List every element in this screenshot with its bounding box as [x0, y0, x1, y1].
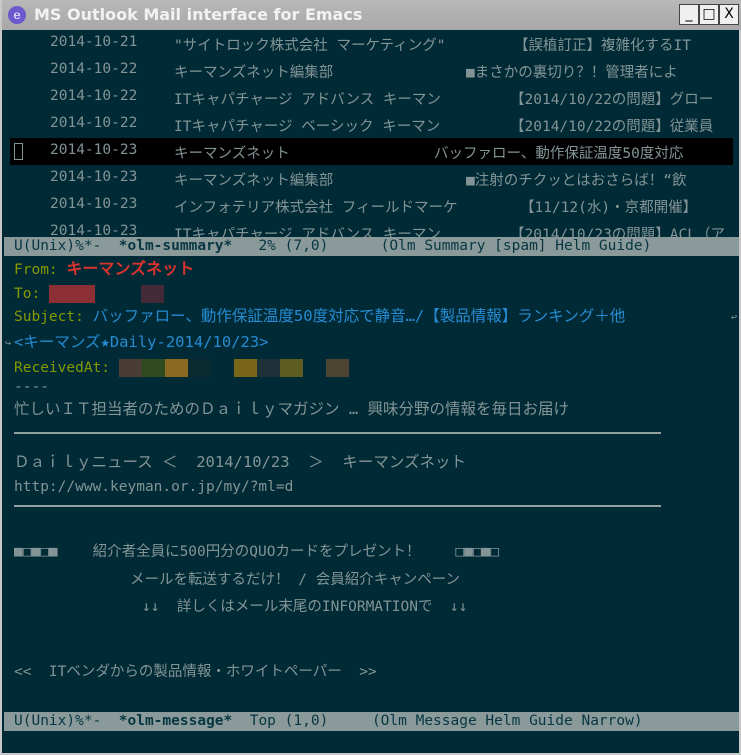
emacs-window: e MS Outlook Mail interface for Emacs _ …: [0, 0, 741, 755]
body-line: 忙しいＩＴ担当者のためのＤａｉｌｙマガジン … 興味分野の情報を毎日お届け: [14, 400, 569, 418]
body-link[interactable]: http://www.keyman.or.jp/my/?ml=d: [14, 478, 293, 496]
modeline-status: U(Unix)%*-: [14, 713, 119, 729]
row-from: インフォテリア株式会社 フィールドマーケ: [174, 200, 458, 216]
summary-list: 2014-10-21 "サイトロック株式会社 マーケティング" 【誤植訂正】複雑化す…: [2, 30, 739, 237]
cursor: [14, 143, 23, 160]
redacted-block: [140, 285, 164, 303]
row-from: ITキャパチャージ ベーシック キーマン: [174, 119, 441, 135]
row-from: キーマンズネット: [174, 146, 290, 162]
row-date: 2014-10-22: [50, 88, 138, 104]
from-label: From:: [14, 262, 67, 278]
subject-value: バッファロー、動作保証温度50度対応で静音…/【製品情報】ランキング＋他: [92, 307, 626, 325]
continuation-arrow-icon: ↩: [730, 312, 737, 323]
modeline-status: U(Unix)%*-: [14, 238, 119, 254]
message-row[interactable]: 2014-10-22 ITキャパチャージ ベーシック キーマン 【2014/10/2…: [10, 111, 733, 138]
emacs-icon: e: [8, 6, 26, 24]
row-from: ITキャパチャージ アドバンス キーマン: [174, 227, 441, 237]
to-header: To:: [14, 285, 164, 303]
received-label: ReceivedAt:: [14, 360, 119, 376]
row-subject: 【2014/10/22の問題】従業員: [510, 119, 714, 135]
modeline-position: 2% (7,0): [232, 238, 329, 254]
title-bar[interactable]: e MS Outlook Mail interface for Emacs _ …: [2, 0, 741, 30]
modeline-modes: (Olm Message Helm Guide Narrow): [328, 713, 643, 729]
message-mode-line: U(Unix)%*- *olm-message* Top (1,0) (Olm …: [4, 712, 739, 731]
body-line: ↓↓ 詳しくはメール末尾のINFORMATIONで ↓↓: [142, 599, 468, 615]
message-row-selected[interactable]: 2014-10-23 キーマンズネット バッファロー、動作保証温度50度対応: [10, 138, 733, 165]
redacted-block: [118, 359, 142, 377]
from-value: キーマンズネット: [66, 259, 195, 278]
row-date: 2014-10-23: [50, 169, 138, 185]
close-button[interactable]: X: [719, 4, 739, 25]
modeline-buffer-name: *olm-summary*: [118, 238, 233, 254]
message-row[interactable]: 2014-10-22 ITキャパチャージ アドバンス キーマン 【2014/10/2…: [10, 84, 733, 111]
row-date: 2014-10-23: [50, 142, 138, 158]
subject-label: Subject:: [14, 309, 93, 325]
row-subject: ■まさかの裏切り？！管理者によ: [466, 65, 678, 81]
horizontal-rule: [14, 505, 661, 507]
modeline-buffer-name: *olm-message*: [118, 713, 233, 729]
to-label: To:: [14, 286, 49, 302]
message-row[interactable]: 2014-10-23 キーマンズネット編集部 ■注射のチクッとはおさらば！“飲: [10, 165, 733, 192]
row-subject: バッファロー、動作保証温度50度対応: [434, 146, 684, 162]
row-subject: 【誤植訂正】複雑化するIT: [514, 38, 691, 54]
body-line: ■□■□■ 紹介者全員に500円分のQUOカードをプレゼント！ □■□■□: [14, 544, 500, 560]
redacted-block: [48, 285, 95, 303]
message-row[interactable]: 2014-10-23 インフォテリア株式会社 フィールドマーケ 【11/12(水)・…: [10, 192, 733, 219]
row-subject: 【11/12(水)・京都開催】: [520, 200, 698, 216]
body-line: メールを転送するだけ！ / 会員紹介キャンペーン: [130, 572, 460, 588]
row-subject: 【2014/10/22の問題】グロー: [510, 92, 714, 108]
row-date: 2014-10-23: [50, 223, 138, 237]
received-header: ReceivedAt:: [14, 359, 349, 377]
window-title: MS Outlook Mail interface for Emacs: [34, 5, 363, 24]
body-line: << ITベンダからの製品情報・ホワイトペーパー >>: [14, 664, 377, 680]
from-header: From: キーマンズネット: [14, 260, 194, 279]
minimize-button[interactable]: _: [679, 4, 699, 25]
row-from: キーマンズネット編集部: [174, 65, 334, 81]
row-date: 2014-10-22: [50, 61, 138, 77]
maximize-button[interactable]: □: [699, 4, 719, 25]
body-line: Ｄａｉｌｙニュース ＜ 2014/10/23 ＞ キーマンズネット: [14, 453, 467, 471]
subject-continuation: <キーマンズ★Daily-2014/10/23>: [14, 333, 269, 351]
row-subject: ■注射のチクッとはおさらば！“飲: [466, 173, 687, 189]
row-subject: 【2014/10/23の問題】ACL（ア: [510, 227, 725, 237]
horizontal-rule: [14, 432, 661, 434]
modeline-position: Top (1,0): [232, 713, 329, 729]
message-row[interactable]: 2014-10-22 キーマンズネット編集部 ■まさかの裏切り？！管理者によ: [10, 57, 733, 84]
row-date: 2014-10-22: [50, 115, 138, 131]
row-from: "サイトロック株式会社 マーケティング": [174, 38, 446, 54]
message-row[interactable]: 2014-10-21 "サイトロック株式会社 マーケティング" 【誤植訂正】複雑化す…: [10, 30, 733, 57]
row-from: キーマンズネット編集部: [174, 173, 334, 189]
modeline-modes: (Olm Summary [spam] Helm Guide): [328, 238, 652, 254]
subject-header: Subject: バッファロー、動作保証温度50度対応で静音…/【製品情報】ラン…: [14, 307, 625, 326]
row-date: 2014-10-21: [50, 34, 138, 50]
summary-mode-line: U(Unix)%*- *olm-summary* 2% (7,0) (Olm S…: [4, 237, 739, 256]
row-from: ITキャパチャージ アドバンス キーマン: [174, 92, 441, 108]
header-separator: ----: [14, 379, 49, 395]
message-row[interactable]: 2014-10-23 ITキャパチャージ アドバンス キーマン 【2014/10/2…: [10, 219, 733, 237]
row-date: 2014-10-23: [50, 196, 138, 212]
